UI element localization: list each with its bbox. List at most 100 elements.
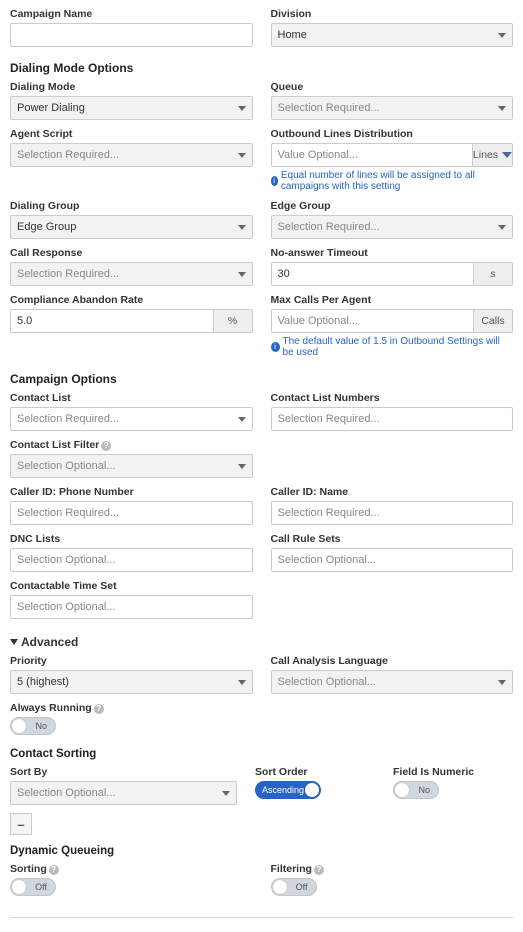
chevron-down-icon: [498, 106, 506, 111]
sort-by-label: Sort By: [10, 766, 237, 778]
dq-filtering-value: Off: [296, 882, 308, 892]
dnc-lists-label: DNC Lists: [10, 533, 253, 545]
priority-select[interactable]: 5 (highest): [10, 670, 253, 694]
dialing-mode-select[interactable]: Power Dialing: [10, 96, 253, 120]
max-calls-per-agent-input[interactable]: Value Optional...: [271, 309, 474, 333]
call-analysis-lang-label: Call Analysis Language: [271, 655, 514, 667]
division-select[interactable]: Home: [271, 23, 514, 47]
compliance-abandon-rate-value: 5.0: [17, 315, 32, 327]
caller-id-name-value: Selection Required...: [278, 507, 380, 519]
edge-group-select[interactable]: Selection Required...: [271, 215, 514, 239]
contact-list-numbers-select[interactable]: Selection Required...: [271, 407, 514, 431]
minus-icon: –: [17, 817, 24, 832]
call-rule-sets-value: Selection Optional...: [278, 554, 376, 566]
outbound-dist-unit-select[interactable]: Lines: [472, 143, 513, 167]
sort-by-select[interactable]: Selection Optional...: [10, 781, 237, 805]
dialing-mode-options-title: Dialing Mode Options: [10, 61, 513, 75]
chevron-down-icon: [498, 33, 506, 38]
toggle-knob: [12, 880, 26, 894]
queue-label: Queue: [271, 81, 514, 93]
no-answer-timeout-input[interactable]: 30: [271, 262, 474, 286]
help-icon: ?: [94, 704, 104, 714]
info-icon: i: [271, 342, 280, 352]
dq-sorting-toggle[interactable]: Off: [10, 878, 56, 896]
no-answer-timeout-unit: s: [490, 268, 495, 280]
sort-order-label: Sort Order: [255, 766, 375, 778]
no-answer-timeout-unit-box: s: [473, 262, 513, 286]
division-value: Home: [278, 29, 307, 41]
caret-down-icon: [10, 639, 18, 645]
dq-filtering-toggle[interactable]: Off: [271, 878, 317, 896]
caller-id-phone-label: Caller ID: Phone Number: [10, 486, 253, 498]
contact-list-filter-select[interactable]: Selection Optional...: [10, 454, 253, 478]
call-analysis-lang-select[interactable]: Selection Optional...: [271, 670, 514, 694]
contact-list-select[interactable]: Selection Required...: [10, 407, 253, 431]
chevron-down-icon: [502, 152, 512, 158]
max-calls-per-agent-info: i The default value of 1.5 in Outbound S…: [271, 336, 514, 358]
contactable-time-set-label: Contactable Time Set: [10, 580, 253, 592]
info-icon: i: [271, 176, 278, 186]
remove-sort-button[interactable]: –: [10, 813, 32, 835]
toggle-knob: [12, 719, 26, 733]
campaign-name-input[interactable]: [10, 23, 253, 47]
contact-list-filter-label: Contact List Filter?: [10, 439, 253, 451]
field-is-numeric-label: Field Is Numeric: [393, 766, 513, 778]
contact-list-filter-value: Selection Optional...: [17, 460, 115, 472]
campaign-options-title: Campaign Options: [10, 372, 513, 386]
chevron-down-icon: [498, 680, 506, 685]
help-icon: ?: [314, 865, 324, 875]
call-rule-sets-select[interactable]: Selection Optional...: [271, 548, 514, 572]
chevron-down-icon: [238, 272, 246, 277]
dialing-mode-label: Dialing Mode: [10, 81, 253, 93]
toggle-knob: [305, 783, 319, 797]
dnc-lists-select[interactable]: Selection Optional...: [10, 548, 253, 572]
field-is-numeric-value: No: [418, 785, 430, 795]
dynamic-queueing-title: Dynamic Queueing: [10, 845, 513, 857]
advanced-toggle[interactable]: Advanced: [10, 635, 513, 649]
outbound-dist-label: Outbound Lines Distribution: [271, 128, 514, 140]
queue-select[interactable]: Selection Required...: [271, 96, 514, 120]
call-rule-sets-label: Call Rule Sets: [271, 533, 514, 545]
contact-list-value: Selection Required...: [17, 413, 119, 425]
chevron-down-icon: [238, 225, 246, 230]
contactable-time-set-value: Selection Optional...: [17, 601, 115, 613]
chevron-down-icon: [238, 153, 246, 158]
edge-group-value: Selection Required...: [278, 221, 380, 233]
field-is-numeric-toggle[interactable]: No: [393, 781, 439, 799]
compliance-abandon-rate-input[interactable]: 5.0: [10, 309, 213, 333]
chevron-down-icon: [238, 106, 246, 111]
call-response-select[interactable]: Selection Required...: [10, 262, 253, 286]
dialing-group-label: Dialing Group: [10, 200, 253, 212]
dq-filtering-label: Filtering?: [271, 863, 514, 875]
caller-id-name-select[interactable]: Selection Required...: [271, 501, 514, 525]
contact-list-label: Contact List: [10, 392, 253, 404]
contactable-time-set-select[interactable]: Selection Optional...: [10, 595, 253, 619]
max-calls-per-agent-value: Value Optional...: [278, 315, 359, 327]
max-calls-per-agent-unit-box: Calls: [473, 309, 513, 333]
caller-id-name-label: Caller ID: Name: [271, 486, 514, 498]
always-running-toggle[interactable]: No: [10, 717, 56, 735]
priority-value: 5 (highest): [17, 676, 69, 688]
contact-sorting-title: Contact Sorting: [10, 748, 513, 760]
caller-id-phone-select[interactable]: Selection Required...: [10, 501, 253, 525]
chevron-down-icon: [238, 680, 246, 685]
dialing-mode-value: Power Dialing: [17, 102, 85, 114]
agent-script-select[interactable]: Selection Required...: [10, 143, 253, 167]
caller-id-phone-value: Selection Required...: [17, 507, 119, 519]
outbound-dist-input[interactable]: Value Optional...: [271, 143, 472, 167]
toggle-knob: [395, 783, 409, 797]
contact-list-numbers-label: Contact List Numbers: [271, 392, 514, 404]
toggle-knob: [273, 880, 287, 894]
sort-order-toggle[interactable]: Ascending: [255, 781, 321, 799]
help-icon: ?: [101, 441, 111, 451]
outbound-dist-info: i Equal number of lines will be assigned…: [271, 170, 514, 192]
advanced-title: Advanced: [21, 635, 78, 649]
dq-sorting-value: Off: [35, 882, 47, 892]
dnc-lists-value: Selection Optional...: [17, 554, 115, 566]
always-running-value: No: [35, 721, 47, 731]
queue-value: Selection Required...: [278, 102, 380, 114]
agent-script-label: Agent Script: [10, 128, 253, 140]
division-label: Division: [271, 8, 514, 20]
dialing-group-select[interactable]: Edge Group: [10, 215, 253, 239]
outbound-dist-value: Value Optional...: [278, 149, 359, 161]
